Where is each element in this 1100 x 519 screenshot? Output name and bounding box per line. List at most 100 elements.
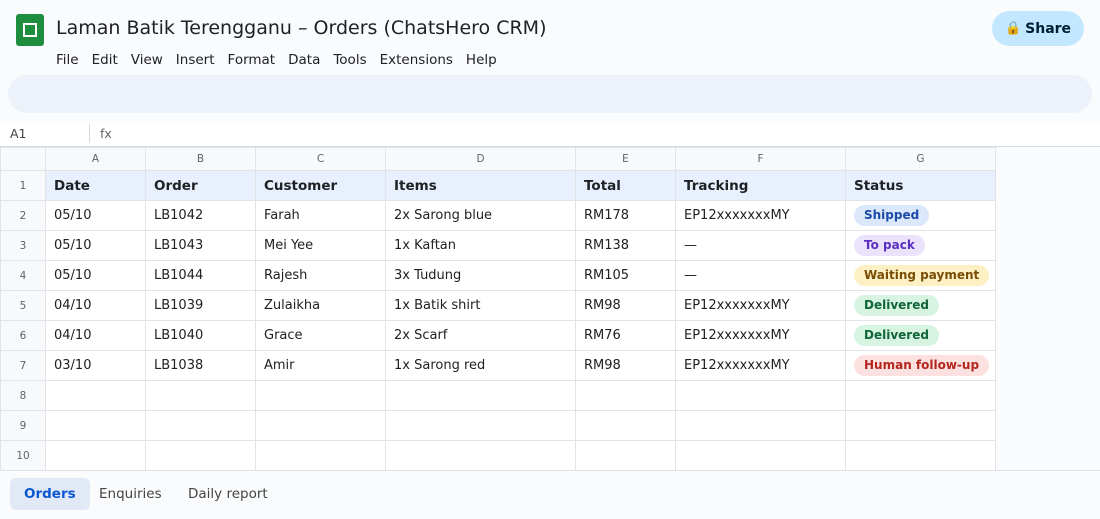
header-cell-date[interactable]: Date <box>45 170 146 201</box>
empty-cell[interactable] <box>255 380 386 411</box>
empty-cell[interactable] <box>45 410 146 441</box>
menu-tools[interactable]: Tools <box>333 52 372 68</box>
name-box[interactable]: A1 <box>10 126 27 141</box>
document-title[interactable]: Laman Batik Terengganu – Orders (ChatsHe… <box>56 17 546 39</box>
empty-cell[interactable] <box>845 440 996 471</box>
cell-date[interactable]: 05/10 <box>45 200 146 231</box>
cell-items[interactable]: 1x Kaftan <box>385 230 576 261</box>
menu-view[interactable]: View <box>131 52 169 68</box>
menu-extensions[interactable]: Extensions <box>380 52 459 68</box>
cell-customer[interactable]: Zulaikha <box>255 290 386 321</box>
cell-customer[interactable]: Rajesh <box>255 260 386 291</box>
column-header-f[interactable]: F <box>675 147 846 171</box>
empty-cell[interactable] <box>385 380 576 411</box>
cell-status[interactable]: Waiting payment <box>845 260 996 291</box>
header-cell-customer[interactable]: Customer <box>255 170 386 201</box>
select-all-corner[interactable] <box>0 147 46 171</box>
cell-status[interactable]: To pack <box>845 230 996 261</box>
column-header-c[interactable]: C <box>255 147 386 171</box>
empty-cell[interactable] <box>675 380 846 411</box>
sheet-tab-enquiries[interactable]: Enquiries <box>85 478 176 510</box>
header-cell-status[interactable]: Status <box>845 170 996 201</box>
empty-cell[interactable] <box>45 380 146 411</box>
cell-order[interactable]: LB1043 <box>145 230 256 261</box>
column-header-d[interactable]: D <box>385 147 576 171</box>
empty-cell[interactable] <box>145 410 256 441</box>
header-cell-tracking[interactable]: Tracking <box>675 170 846 201</box>
cell-customer[interactable]: Farah <box>255 200 386 231</box>
menu-data[interactable]: Data <box>288 52 326 68</box>
row-number[interactable]: 4 <box>0 260 46 291</box>
cell-items[interactable]: 2x Sarong blue <box>385 200 576 231</box>
empty-cell[interactable] <box>575 440 676 471</box>
sheets-logo-icon[interactable] <box>16 14 44 46</box>
row-number[interactable]: 1 <box>0 170 46 201</box>
cell-total[interactable]: RM98 <box>575 290 676 321</box>
cell-tracking[interactable]: — <box>675 260 846 291</box>
cell-tracking[interactable]: EP12xxxxxxxMY <box>675 200 846 231</box>
cell-status[interactable]: Delivered <box>845 290 996 321</box>
empty-cell[interactable] <box>255 440 386 471</box>
cell-order[interactable]: LB1042 <box>145 200 256 231</box>
cell-customer[interactable]: Grace <box>255 320 386 351</box>
cell-tracking[interactable]: EP12xxxxxxxMY <box>675 290 846 321</box>
cell-order[interactable]: LB1039 <box>145 290 256 321</box>
share-button[interactable]: 🔒 Share <box>992 11 1084 46</box>
column-header-e[interactable]: E <box>575 147 676 171</box>
cell-order[interactable]: LB1040 <box>145 320 256 351</box>
menu-format[interactable]: Format <box>228 52 282 68</box>
cell-order[interactable]: LB1044 <box>145 260 256 291</box>
header-cell-total[interactable]: Total <box>575 170 676 201</box>
empty-cell[interactable] <box>145 380 256 411</box>
cell-date[interactable]: 04/10 <box>45 290 146 321</box>
column-header-g[interactable]: G <box>845 147 996 171</box>
cell-date[interactable]: 05/10 <box>45 260 146 291</box>
cell-total[interactable]: RM178 <box>575 200 676 231</box>
empty-cell[interactable] <box>575 410 676 441</box>
sheet-tab-daily-report[interactable]: Daily report <box>174 478 282 510</box>
cell-items[interactable]: 3x Tudung <box>385 260 576 291</box>
cell-date[interactable]: 04/10 <box>45 320 146 351</box>
cell-total[interactable]: RM98 <box>575 350 676 381</box>
row-number[interactable]: 3 <box>0 230 46 261</box>
cell-customer[interactable]: Mei Yee <box>255 230 386 261</box>
cell-total[interactable]: RM76 <box>575 320 676 351</box>
empty-cell[interactable] <box>385 410 576 441</box>
cell-status[interactable]: Shipped <box>845 200 996 231</box>
cell-items[interactable]: 1x Batik shirt <box>385 290 576 321</box>
empty-cell[interactable] <box>575 380 676 411</box>
cell-total[interactable]: RM105 <box>575 260 676 291</box>
cell-status[interactable]: Delivered <box>845 320 996 351</box>
row-number[interactable]: 7 <box>0 350 46 381</box>
cell-tracking[interactable]: EP12xxxxxxxMY <box>675 320 846 351</box>
empty-cell[interactable] <box>145 440 256 471</box>
cell-customer[interactable]: Amir <box>255 350 386 381</box>
empty-cell[interactable] <box>845 380 996 411</box>
header-cell-order[interactable]: Order <box>145 170 256 201</box>
cell-total[interactable]: RM138 <box>575 230 676 261</box>
column-header-a[interactable]: A <box>45 147 146 171</box>
menu-edit[interactable]: Edit <box>92 52 124 68</box>
empty-cell[interactable] <box>675 440 846 471</box>
row-number[interactable]: 8 <box>0 380 46 411</box>
row-number[interactable]: 2 <box>0 200 46 231</box>
empty-cell[interactable] <box>385 440 576 471</box>
row-number[interactable]: 5 <box>0 290 46 321</box>
cell-items[interactable]: 2x Scarf <box>385 320 576 351</box>
cell-items[interactable]: 1x Sarong red <box>385 350 576 381</box>
empty-cell[interactable] <box>45 440 146 471</box>
sheet-tab-orders[interactable]: Orders <box>10 478 90 510</box>
cell-tracking[interactable]: EP12xxxxxxxMY <box>675 350 846 381</box>
menu-help[interactable]: Help <box>466 52 503 68</box>
column-header-b[interactable]: B <box>145 147 256 171</box>
cell-tracking[interactable]: — <box>675 230 846 261</box>
header-cell-items[interactable]: Items <box>385 170 576 201</box>
cell-date[interactable]: 05/10 <box>45 230 146 261</box>
empty-cell[interactable] <box>255 410 386 441</box>
row-number[interactable]: 6 <box>0 320 46 351</box>
menu-insert[interactable]: Insert <box>176 52 221 68</box>
menu-file[interactable]: File <box>56 52 85 68</box>
cell-date[interactable]: 03/10 <box>45 350 146 381</box>
empty-cell[interactable] <box>845 410 996 441</box>
row-number[interactable]: 9 <box>0 410 46 441</box>
